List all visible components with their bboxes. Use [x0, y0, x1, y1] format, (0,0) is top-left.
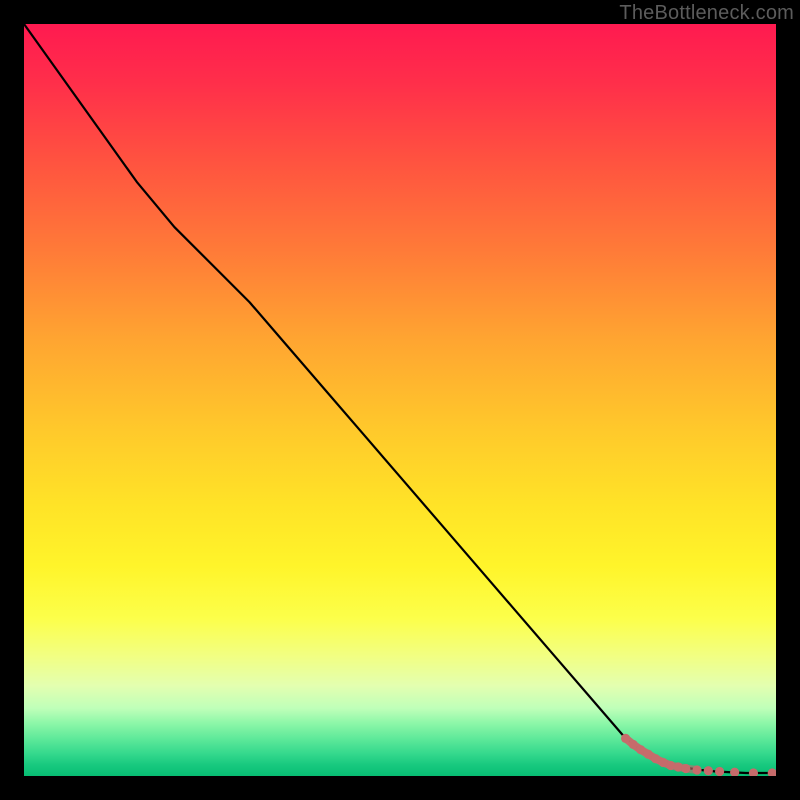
tail-dot	[704, 766, 713, 775]
plot-area	[24, 24, 776, 776]
tail-dot	[692, 765, 701, 774]
tail-dot	[715, 767, 724, 776]
watermark-text: TheBottleneck.com	[619, 2, 794, 25]
curve-tail-dots	[621, 734, 776, 776]
tail-dot	[621, 734, 630, 743]
tail-dot	[629, 740, 638, 749]
chart-overlay	[24, 24, 776, 776]
bottleneck-curve	[24, 24, 776, 773]
chart-stage: TheBottleneck.com	[0, 0, 800, 800]
tail-dot	[681, 764, 690, 773]
